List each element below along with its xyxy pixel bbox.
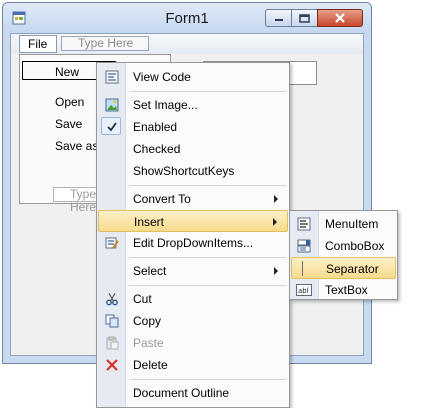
delete-x-icon	[104, 357, 120, 373]
menu-item-label: Document Outline	[133, 386, 230, 400]
menu-item-label: Insert	[134, 215, 165, 229]
image-icon	[104, 97, 120, 113]
menu-item-label: Copy	[133, 314, 162, 328]
copy-icon	[104, 313, 120, 329]
menu-item-view-code[interactable]: View Code	[98, 66, 288, 87]
submenu-arrow-icon	[274, 195, 278, 203]
menu-separator	[129, 285, 286, 286]
dropdown-item-save[interactable]: Save	[55, 117, 82, 131]
submenu-item-label: TextBox	[325, 283, 368, 297]
menu-separator	[129, 257, 286, 258]
dropdown-item-new[interactable]: New	[55, 65, 79, 79]
menu-item-label: Edit DropDownItems...	[133, 236, 254, 250]
menu-item-paste[interactable]: Paste	[98, 332, 288, 353]
menu-item-label: Checked	[133, 142, 181, 156]
menu-item-label: View Code	[133, 70, 191, 84]
menu-separator	[129, 91, 286, 92]
edit-items-icon	[104, 235, 120, 251]
menu-separator	[129, 379, 286, 380]
separator-icon	[302, 261, 303, 276]
menu-item-label: ShowShortcutKeys	[133, 164, 235, 178]
menu-item-show-shortcut-keys[interactable]: ShowShortcutKeys	[98, 160, 288, 181]
submenu-item-textbox[interactable]: abl TextBox	[291, 279, 396, 300]
menu-strip: File Type Here	[11, 34, 363, 54]
submenu-item-label: Separator	[326, 262, 379, 276]
menu-item-document-outline[interactable]: Document Outline	[98, 382, 288, 403]
menu-item-convert-to[interactable]: Convert To	[98, 188, 288, 209]
scissors-icon	[104, 291, 120, 307]
maximize-button[interactable]	[291, 9, 318, 27]
menu-item-cut[interactable]: Cut	[98, 288, 288, 309]
menu-item-select[interactable]: Select	[98, 260, 288, 281]
submenu-item-label: MenuItem	[325, 217, 379, 231]
menu-type-here[interactable]: Type Here	[61, 36, 149, 51]
submenu-arrow-icon	[273, 218, 277, 226]
context-menu: View Code Set Image... Enabled Checked S…	[96, 62, 290, 408]
submenu-item-combobox[interactable]: ComboBox	[291, 235, 396, 256]
menu-item-label: Set Image...	[133, 98, 198, 112]
close-button[interactable]	[317, 9, 363, 27]
menu-file[interactable]: File	[19, 35, 57, 53]
textbox-icon: abl	[296, 282, 312, 298]
dropdown-item-save-as[interactable]: Save as	[55, 139, 98, 153]
combobox-icon	[296, 238, 312, 254]
menu-item-label: Select	[133, 264, 167, 278]
title-bar[interactable]: Form1	[3, 3, 371, 33]
menu-item-copy[interactable]: Copy	[98, 310, 288, 331]
menu-item-label: Convert To	[133, 192, 191, 206]
menu-separator	[129, 185, 286, 186]
submenu-item-menuitem[interactable]: MenuItem	[291, 213, 396, 234]
minimize-button[interactable]	[265, 9, 292, 27]
menu-item-label: Delete	[133, 358, 168, 372]
view-code-icon	[104, 69, 120, 85]
textbox-icon-text: abl	[298, 287, 309, 295]
menu-item-label: Paste	[133, 336, 164, 350]
menu-item-checked[interactable]: Checked	[98, 138, 288, 159]
checkmark-icon	[104, 119, 120, 135]
maximize-icon	[299, 13, 310, 23]
minimize-icon	[274, 19, 283, 21]
menu-item-label: Cut	[133, 292, 152, 306]
submenu-item-separator[interactable]: Separator	[291, 257, 396, 279]
submenu-item-label: ComboBox	[325, 239, 385, 253]
submenu-arrow-icon	[274, 267, 278, 275]
menu-item-label: Enabled	[133, 120, 178, 134]
menu-item-set-image[interactable]: Set Image...	[98, 94, 288, 115]
menu-item-icon	[296, 216, 312, 232]
paste-icon	[104, 335, 120, 351]
insert-submenu: MenuItem ComboBox Separator abl TextBox	[289, 210, 398, 300]
close-icon	[335, 13, 345, 23]
menu-item-delete[interactable]: Delete	[98, 354, 288, 375]
menu-item-edit-dropdown-items[interactable]: Edit DropDownItems...	[98, 232, 288, 253]
menu-item-enabled[interactable]: Enabled	[98, 116, 288, 137]
dropdown-item-open[interactable]: Open	[55, 95, 84, 109]
menu-item-insert[interactable]: Insert	[98, 210, 288, 232]
